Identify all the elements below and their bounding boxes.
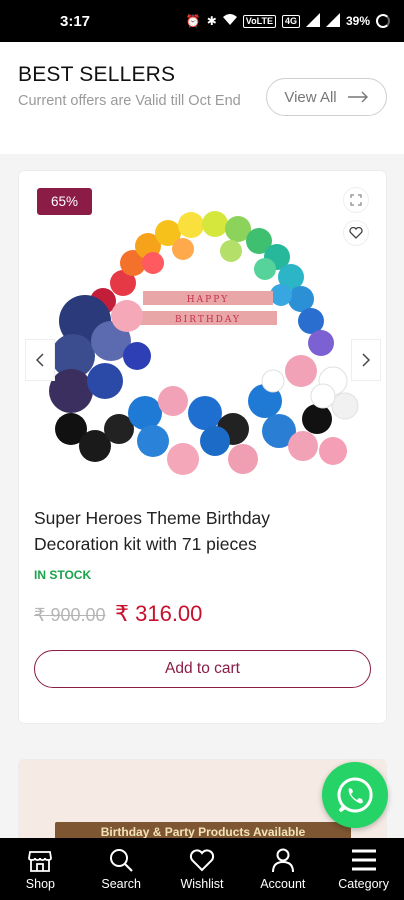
- volte-icon: VoLTE: [242, 14, 276, 28]
- section-subtitle: Current offers are Valid till Oct End: [18, 93, 241, 109]
- nav-label: Shop: [25, 877, 55, 891]
- nav-item-search[interactable]: Search: [81, 838, 162, 900]
- stock-status: IN STOCK: [34, 568, 92, 582]
- nav-label: Account: [260, 877, 306, 891]
- nav-label: Category: [338, 877, 389, 891]
- arrow-right-icon: [347, 91, 368, 103]
- svg-text:HAPPY: HAPPY: [187, 295, 229, 305]
- view-all-label: View All: [284, 88, 337, 106]
- product-card[interactable]: HAPPY BIRTHDAY 65% Super Heroes Theme Bi…: [18, 170, 387, 724]
- bottom-nav: Shop Search Wishlist Account Category: [0, 838, 404, 900]
- wifi-icon: [222, 13, 237, 29]
- battery-icon: [376, 14, 390, 28]
- whatsapp-button[interactable]: [322, 762, 388, 828]
- alarm-icon: ⏰: [185, 14, 201, 28]
- nav-item-account[interactable]: Account: [242, 838, 323, 900]
- expand-icon[interactable]: [343, 187, 369, 213]
- nav-item-wishlist[interactable]: Wishlist: [162, 838, 243, 900]
- view-all-button[interactable]: View All: [266, 78, 387, 116]
- product-image[interactable]: HAPPY BIRTHDAY: [33, 191, 363, 481]
- section-title: BEST SELLERS: [18, 63, 176, 86]
- page: BEST SELLERS Current offers are Valid ti…: [0, 42, 404, 838]
- nav-item-category[interactable]: Category: [323, 838, 404, 900]
- nav-item-shop[interactable]: Shop: [0, 838, 81, 900]
- svg-text:BIRTHDAY: BIRTHDAY: [175, 315, 241, 325]
- add-to-cart-button[interactable]: Add to cart: [34, 650, 371, 688]
- next-card-banner: Birthday & Party Products Available: [55, 822, 351, 838]
- network-4g-icon: 4G: [281, 14, 300, 28]
- product-name[interactable]: Super Heroes Theme Birthday Decoration k…: [34, 505, 334, 557]
- status-time: 3:17: [60, 12, 91, 30]
- battery-percent: 39%: [345, 14, 370, 28]
- chevron-right-icon[interactable]: [351, 339, 381, 381]
- old-price: ₹ 900.00: [34, 605, 106, 625]
- heart-icon: [189, 849, 215, 872]
- bluetooth-icon: ✱: [206, 14, 217, 28]
- sale-price: ₹ 316.00: [115, 601, 203, 626]
- nav-label: Wishlist: [180, 877, 224, 891]
- discount-badge: 65%: [37, 188, 92, 215]
- status-bar: 3:17 ⏰ ✱ VoLTE 4G 39%: [0, 0, 404, 42]
- signal-icon: [305, 12, 320, 30]
- chevron-left-icon[interactable]: [25, 339, 55, 381]
- heart-icon[interactable]: [343, 220, 369, 246]
- search-icon: [110, 849, 133, 872]
- signal-icon: [325, 12, 340, 30]
- menu-icon: [351, 849, 376, 871]
- nav-label: Search: [101, 877, 141, 891]
- section-header: BEST SELLERS Current offers are Valid ti…: [0, 42, 404, 154]
- status-icons: ⏰ ✱ VoLTE 4G 39%: [185, 12, 390, 30]
- user-icon: [271, 848, 294, 873]
- shop-icon: [28, 851, 53, 872]
- whatsapp-icon: [337, 777, 373, 813]
